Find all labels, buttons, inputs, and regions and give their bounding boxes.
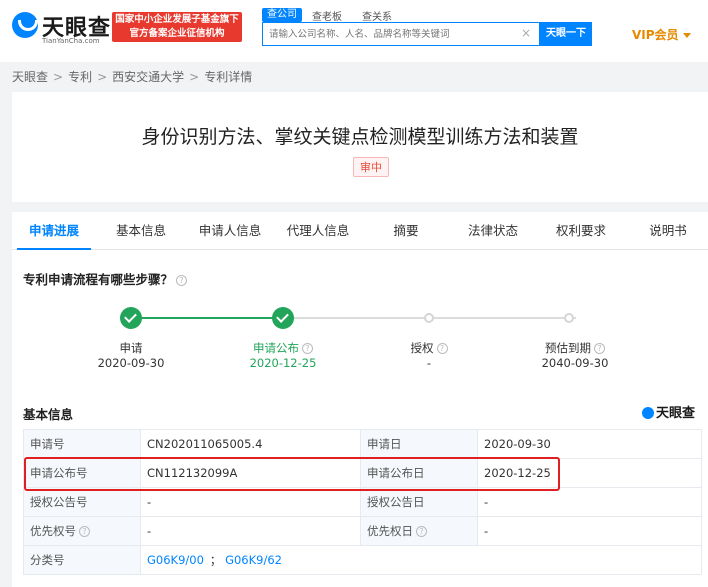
search-tab-relation[interactable]: 查关系 [362, 8, 392, 23]
breadcrumb-patent[interactable]: 专利 [68, 68, 92, 85]
table-row: 优先权号? - 优先权日? - [23, 516, 702, 546]
clear-icon[interactable]: × [521, 26, 531, 40]
table-row: 授权公告号 - 授权公告日 - [23, 487, 702, 517]
step-label: 申请 [119, 341, 143, 355]
step-label: 授权? [369, 340, 489, 356]
field-label: 申请公布号 [23, 458, 141, 488]
page-title: 身份识别方法、掌纹关键点检测模型训练方法和装置 [141, 126, 579, 148]
field-value: - [477, 487, 702, 517]
field-label: 优先权日? [360, 516, 478, 546]
field-label: 申请号 [23, 429, 141, 459]
search-tab-boss[interactable]: 查老板 [312, 8, 342, 23]
tab-applicant-info[interactable]: 申请人信息 [190, 212, 270, 250]
brand-watermark: 天眼查 [642, 402, 695, 421]
tab-basic-info[interactable]: 基本信息 [104, 212, 178, 250]
steps-heading: 专利申请流程有哪些步骤？? [23, 269, 188, 288]
check-icon [272, 307, 294, 329]
brand-text: 天眼查 [656, 406, 696, 421]
search-input[interactable] [263, 23, 513, 45]
help-icon[interactable]: ? [416, 526, 427, 537]
field-label: 分类号 [23, 545, 141, 575]
field-value: - [140, 516, 361, 546]
pending-dot-icon [424, 313, 434, 323]
tab-legal-status[interactable]: 法律状态 [456, 212, 530, 250]
help-icon[interactable]: ? [436, 343, 448, 354]
steps-heading-text: 专利申请流程有哪些步骤？ [23, 272, 174, 287]
breadcrumb-separator: > [53, 70, 64, 84]
field-value: - [140, 487, 361, 517]
step-date: 2040-09-30 [541, 356, 609, 370]
step-date: 2020-09-30 [97, 356, 165, 370]
patent-detail-card: 申请进展 基本信息 申请人信息 代理人信息 摘要 法律状态 权利要求 说明书 专… [12, 212, 708, 587]
search-box: × [262, 22, 540, 46]
step-label: 申请公布? [223, 340, 343, 356]
breadcrumb: 天眼查 > 专利 > 西安交通大学 > 专利详情 [12, 68, 252, 85]
basic-info-table: 申请号 CN202011065005.4 申请日 2020-09-30 申请公布… [23, 429, 702, 575]
help-icon[interactable]: ? [302, 343, 313, 354]
tab-description[interactable]: 说明书 [638, 212, 698, 250]
progress-line-pending [284, 317, 430, 319]
logo-icon [642, 406, 654, 419]
search-tab-company[interactable]: 查公司 [262, 8, 302, 22]
search-button[interactable]: 天眼一下 [540, 22, 592, 46]
breadcrumb-company[interactable]: 西安交通大学 [112, 68, 184, 85]
logo-icon [12, 12, 38, 38]
detail-tabs: 申请进展 基本信息 申请人信息 代理人信息 摘要 法律状态 权利要求 说明书 [12, 212, 708, 250]
banner-line-1: 国家中小企业发展子基金旗下 [115, 14, 239, 25]
help-icon[interactable]: ? [594, 343, 605, 354]
step-label-text: 预估到期 [545, 341, 591, 355]
help-icon[interactable]: ? [176, 275, 188, 286]
field-label: 授权公告日 [360, 487, 478, 517]
table-row: 申请号 CN202011065005.4 申请日 2020-09-30 [23, 429, 702, 459]
progress-line-done [142, 317, 284, 319]
logo-subtitle: TianYanCha.com [42, 37, 100, 45]
breadcrumb-separator: > [97, 70, 108, 84]
step-label-text: 申请公布 [253, 341, 299, 355]
table-row: 申请公布号 CN112132099A 申请公布日 2020-12-25 [23, 458, 702, 488]
step-date: 2020-12-25 [249, 356, 317, 370]
field-label: 授权公告号 [23, 487, 141, 517]
help-icon[interactable]: ? [79, 526, 90, 537]
classification-link[interactable]: G06K9/00 [147, 553, 204, 567]
step-date: - [426, 356, 432, 370]
vip-label: VIP会员 [632, 28, 679, 42]
banner-line-2: 官方备案企业征信机构 [129, 28, 225, 39]
tab-abstract[interactable]: 摘要 [378, 212, 434, 250]
breadcrumb-separator: > [189, 70, 200, 84]
field-label-text: 优先权日 [367, 524, 413, 538]
field-value: 2020-12-25 [477, 458, 702, 488]
classification-separator: ； [209, 553, 222, 567]
breadcrumb-current: 专利详情 [204, 70, 253, 84]
application-progress: 申请 2020-09-30 申请公布? 2020-12-25 授权? - 预估到… [12, 302, 708, 372]
field-value: CN112132099A [140, 458, 361, 488]
tab-application-progress[interactable]: 申请进展 [17, 212, 91, 250]
tab-agent-info[interactable]: 代理人信息 [278, 212, 358, 250]
site-logo[interactable]: 天眼查 TianYanCha.com [12, 10, 110, 46]
field-label: 申请日 [360, 429, 478, 459]
field-label: 申请公布日 [360, 458, 478, 488]
pending-dot-icon [564, 313, 574, 323]
progress-line-pending [430, 317, 576, 319]
certification-banner: 国家中小企业发展子基金旗下 官方备案企业征信机构 [112, 12, 242, 42]
table-row: 分类号 G06K9/00 ； G06K9/62 [23, 545, 702, 575]
step-label-text: 授权 [410, 341, 434, 355]
field-value: 2020-09-30 [477, 429, 702, 459]
patent-title-card: 身份识别方法、掌纹关键点检测模型训练方法和装置 审中 [12, 92, 708, 202]
status-badge: 审中 [353, 157, 389, 177]
check-icon [120, 307, 142, 329]
field-label: 优先权号? [23, 516, 141, 546]
basic-info-heading: 基本信息 [23, 407, 74, 422]
step-label: 预估到期? [515, 340, 635, 356]
classification-link[interactable]: G06K9/62 [225, 553, 282, 567]
classification-values: G06K9/00 ； G06K9/62 [140, 545, 702, 575]
tab-claims[interactable]: 权利要求 [544, 212, 618, 250]
top-header: 天眼查 TianYanCha.com 国家中小企业发展子基金旗下 官方备案企业征… [0, 0, 708, 62]
field-label-text: 优先权号 [30, 524, 76, 538]
breadcrumb-home[interactable]: 天眼查 [12, 68, 48, 85]
field-value: - [477, 516, 702, 546]
vip-menu[interactable]: VIP会员 [632, 26, 691, 43]
caret-down-icon [682, 33, 691, 38]
field-value: CN202011065005.4 [140, 429, 361, 459]
